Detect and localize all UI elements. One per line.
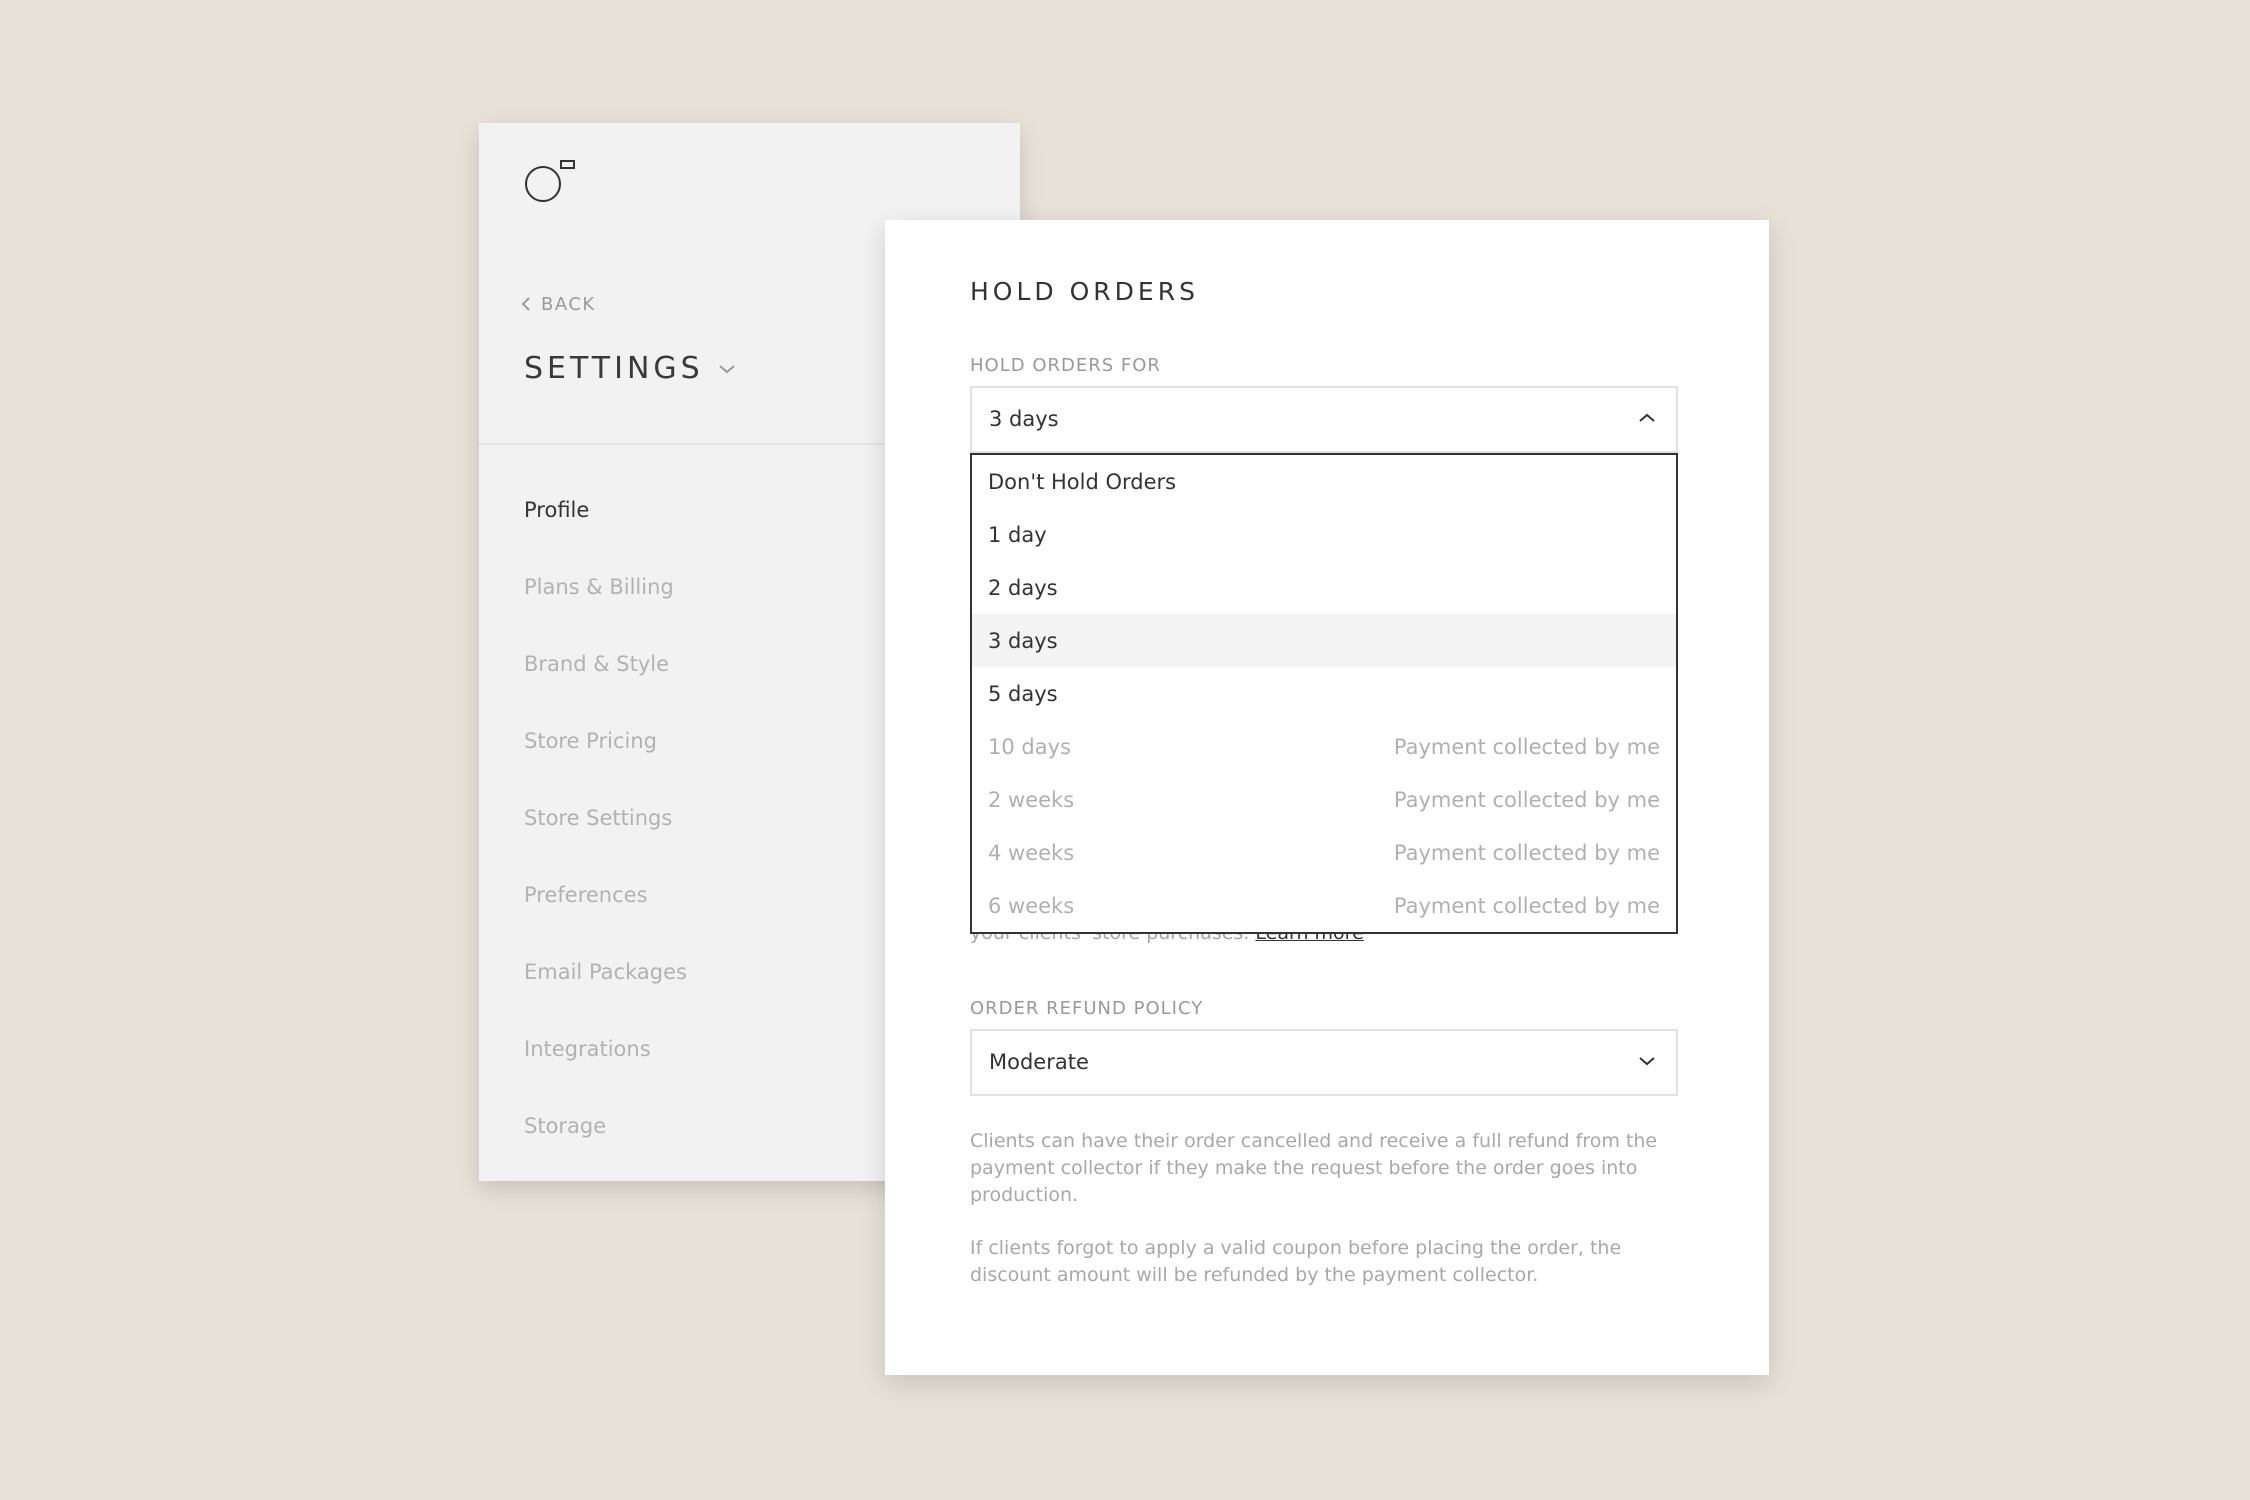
option-label: Don't Hold Orders — [988, 470, 1177, 494]
hold-orders-select[interactable]: 3 days — [970, 386, 1678, 453]
option-label: 1 day — [988, 523, 1047, 547]
option-label: 4 weeks — [988, 841, 1075, 865]
sidebar-item-store-pricing[interactable]: Store Pricing — [524, 729, 657, 753]
option-label: 2 weeks — [988, 788, 1075, 812]
dropdown-option-2-days[interactable]: 2 days — [972, 561, 1676, 614]
option-note: Payment collected by me — [1393, 788, 1660, 812]
settings-menu-toggle[interactable]: SETTINGS — [524, 351, 736, 386]
refund-policy-select[interactable]: Moderate — [970, 1029, 1678, 1096]
refund-policy-value: Moderate — [989, 1050, 1089, 1074]
sidebar-item-profile[interactable]: Profile — [524, 498, 589, 522]
option-label: 5 days — [988, 682, 1058, 706]
dropdown-option-4-weeks[interactable]: 4 weeks Payment collected by me — [972, 826, 1676, 879]
coupon-refund-note: If clients forgot to apply a valid coupo… — [970, 1237, 1622, 1286]
dropdown-option-dont-hold[interactable]: Don't Hold Orders — [972, 455, 1676, 508]
option-note: Payment collected by me — [1393, 735, 1660, 759]
option-note: Payment collected by me — [1393, 841, 1660, 865]
chevron-down-icon — [719, 364, 735, 373]
dropdown-option-1-day[interactable]: 1 day — [972, 508, 1676, 561]
option-label: 10 days — [988, 735, 1071, 759]
logo-icon — [524, 158, 586, 208]
back-label: BACK — [541, 293, 596, 315]
hold-orders-dropdown: Don't Hold Orders 1 day 2 days 3 days 5 … — [970, 453, 1678, 934]
sidebar-item-email-packages[interactable]: Email Packages — [524, 960, 687, 984]
sidebar-item-storage[interactable]: Storage — [524, 1114, 606, 1138]
chevron-down-icon — [1639, 1057, 1655, 1066]
hold-orders-panel: HOLD ORDERS HOLD ORDERS FOR 3 days Don't… — [885, 220, 1769, 1375]
hold-orders-label: HOLD ORDERS FOR — [970, 355, 1161, 376]
refund-policy-description: Clients can have their order cancelled a… — [970, 1130, 1658, 1206]
option-label: 3 days — [988, 629, 1058, 653]
dropdown-option-5-days[interactable]: 5 days — [972, 667, 1676, 720]
option-note: Payment collected by me — [1393, 894, 1660, 918]
dropdown-option-6-weeks[interactable]: 6 weeks Payment collected by me — [972, 879, 1676, 932]
sidebar-item-plans-billing[interactable]: Plans & Billing — [524, 575, 674, 599]
panel-title: HOLD ORDERS — [970, 277, 1199, 306]
dropdown-option-2-weeks[interactable]: 2 weeks Payment collected by me — [972, 773, 1676, 826]
dropdown-option-10-days[interactable]: 10 days Payment collected by me — [972, 720, 1676, 773]
sidebar-item-integrations[interactable]: Integrations — [524, 1037, 651, 1061]
option-label: 6 weeks — [988, 894, 1075, 918]
sidebar-item-brand-style[interactable]: Brand & Style — [524, 652, 669, 676]
dropdown-option-3-days[interactable]: 3 days — [972, 614, 1676, 667]
chevron-left-icon — [521, 297, 530, 311]
option-label: 2 days — [988, 576, 1058, 600]
back-button[interactable]: BACK — [521, 291, 596, 317]
hold-orders-value: 3 days — [989, 407, 1059, 431]
refund-policy-label: ORDER REFUND POLICY — [970, 998, 1204, 1019]
sidebar-item-store-settings[interactable]: Store Settings — [524, 806, 672, 830]
chevron-up-icon — [1639, 413, 1655, 422]
sidebar-item-preferences[interactable]: Preferences — [524, 883, 648, 907]
settings-title: SETTINGS — [524, 351, 704, 386]
